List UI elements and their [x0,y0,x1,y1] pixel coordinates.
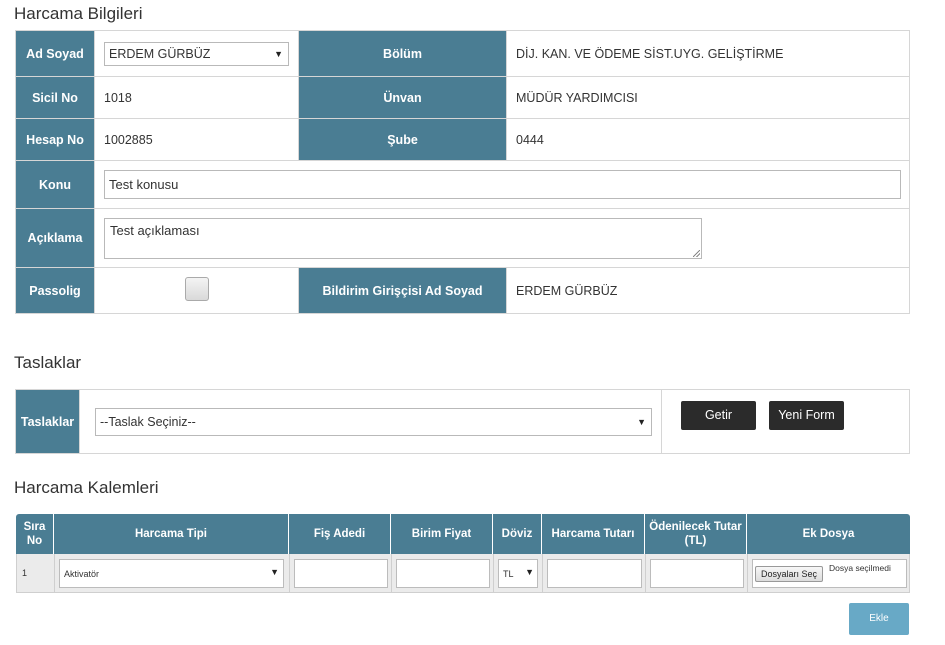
taslaklar-label: Taslaklar [15,389,80,454]
taslak-select[interactable]: --Taslak Seçiniz-- ▼ [95,407,652,436]
odenecek-tutar-input[interactable] [650,559,744,588]
row-birim-fiyat-cell [392,554,494,592]
row-harcama-tutari-cell [543,554,646,592]
bildirim-giriscisi-value: ERDEM GÜRBÜZ [506,267,910,314]
chevron-down-icon: ▼ [637,416,646,427]
chevron-down-icon: ▼ [270,567,279,577]
col-harcama-tipi: Harcama Tipi [54,514,289,554]
harcama-bilgileri-heading: Harcama Bilgileri [14,4,143,23]
harcama-tipi-value: Aktivatör [64,569,100,579]
taslaklar-heading: Taslaklar [14,353,82,372]
birim-fiyat-input[interactable] [396,559,490,588]
row-harcama-tipi-cell: Aktivatör ▼ [55,554,290,592]
sube-value: 0444 [506,118,910,161]
yeni-form-button[interactable]: Yeni Form [769,401,844,430]
col-fis-adedi: Fiş Adedi [289,514,391,554]
aciklama-label: Açıklama [15,208,95,268]
chevron-down-icon: ▼ [525,567,534,577]
aciklama-value: Test açıklaması [110,222,200,238]
harcama-tipi-select[interactable]: Aktivatör ▼ [59,559,284,588]
ad-soyad-value: ERDEM GÜRBÜZ [109,46,211,61]
row-odenecek-tutar-cell [646,554,748,592]
row-sira-no: 1 [22,568,28,578]
col-doviz: Döviz [493,514,542,554]
resize-grip-icon[interactable] [693,249,700,257]
sicil-no-value: 1018 [94,76,299,119]
taslak-select-value: --Taslak Seçiniz-- [100,414,196,429]
harcama-bilgileri-table: Ad Soyad ERDEM GÜRBÜZ ▼ Bölüm DİJ. KAN. … [15,30,910,314]
unvan-value: MÜDÜR YARDIMCISI [506,76,910,119]
getir-button[interactable]: Getir [681,401,756,430]
doviz-select[interactable]: TL ▼ [498,559,538,588]
harcama-kalemleri-header: Sıra No Harcama Tipi Fiş Adedi Birim Fiy… [16,514,910,554]
harcama-kalemleri-heading: Harcama Kalemleri [14,478,159,497]
chevron-down-icon: ▼ [274,48,283,59]
sicil-no-label: Sicil No [15,76,95,119]
row-fis-adedi-cell [290,554,392,592]
table-row: 1 Aktivatör ▼ TL ▼ Dosyaları Seç Dosya s… [16,554,910,593]
col-birim-fiyat: Birim Fiyat [391,514,493,554]
hesap-no-value: 1002885 [94,118,299,161]
fis-adedi-input[interactable] [294,559,388,588]
ekle-button[interactable]: Ekle [849,603,909,635]
doviz-value: TL [503,569,514,579]
aciklama-textarea[interactable]: Test açıklaması [104,217,702,259]
file-input: Dosyaları Seç Dosya seçilmedi [752,559,907,588]
bildirim-giriscisi-label: Bildirim Girişçisi Ad Soyad [298,267,507,314]
konu-input[interactable]: Test konusu [104,170,901,199]
row-ek-dosya-cell: Dosyaları Seç Dosya seçilmedi [748,554,909,592]
row-sira-no-cell: 1 [17,554,55,592]
konu-label: Konu [15,160,95,209]
col-odenecek-tutar: Ödenilecek Tutar (TL) [645,514,747,554]
hesap-no-label: Hesap No [15,118,95,161]
file-status: Dosya seçilmedi [829,563,891,573]
harcama-tutari-input[interactable] [547,559,642,588]
file-choose-button[interactable]: Dosyaları Seç [755,566,824,582]
row-doviz-cell: TL ▼ [494,554,543,592]
ad-soyad-select[interactable]: ERDEM GÜRBÜZ ▼ [104,41,289,66]
sube-label: Şube [298,118,507,161]
unvan-label: Ünvan [298,76,507,119]
col-harcama-tutari: Harcama Tutarı [542,514,645,554]
taslaklar-table: Taslaklar --Taslak Seçiniz-- ▼ Getir Yen… [15,389,910,454]
passolig-checkbox[interactable] [184,277,209,301]
passolig-label: Passolig [15,267,95,314]
bolum-value: DİJ. KAN. VE ÖDEME SİST.UYG. GELİŞTİRME [506,30,910,77]
bolum-label: Bölüm [298,30,507,77]
col-sira-no: Sıra No [16,514,54,554]
col-ek-dosya: Ek Dosya [802,528,855,540]
ad-soyad-label: Ad Soyad [15,30,95,77]
